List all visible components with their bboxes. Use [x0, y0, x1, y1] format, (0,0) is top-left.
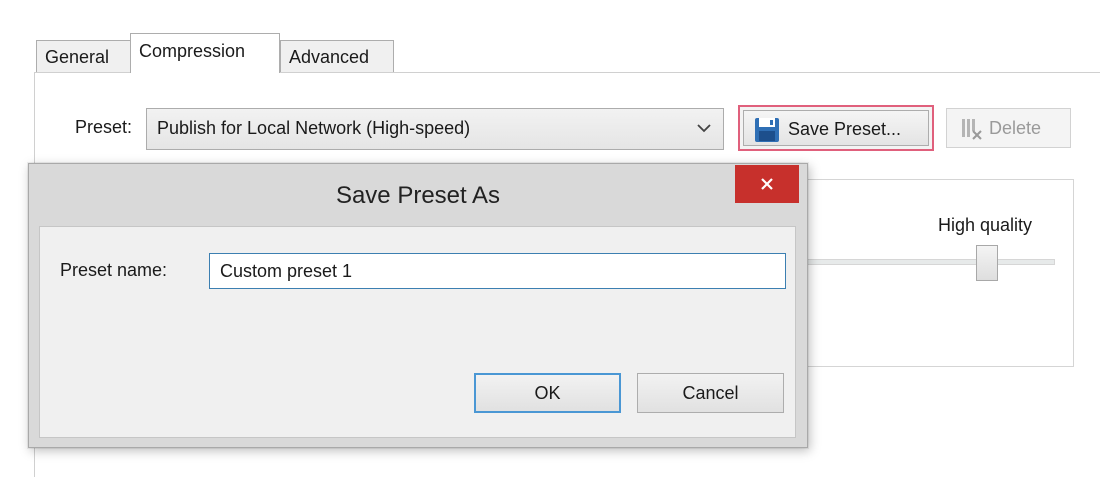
preset-label: Preset: — [75, 117, 133, 137]
save-preset-button[interactable]: Save Preset... — [738, 105, 934, 151]
preset-dropdown-value: Publish for Local Network (High-speed) — [157, 118, 471, 138]
high-quality-label: High quality — [938, 215, 1033, 235]
delete-icon — [962, 119, 982, 140]
tab-general-label: General — [45, 47, 110, 67]
cancel-button[interactable]: Cancel — [637, 373, 784, 413]
preset-dropdown[interactable]: Publish for Local Network (High-speed) — [146, 108, 724, 150]
tab-compression-label: Compression — [139, 41, 246, 61]
close-icon — [761, 178, 773, 190]
delete-label: Delete — [989, 118, 1042, 138]
delete-preset-button[interactable]: Delete — [946, 108, 1071, 148]
dialog-title: Save Preset As — [335, 182, 501, 209]
ok-label: OK — [534, 383, 561, 403]
dialog-body: Preset name: Custom preset 1 OK Cancel — [39, 226, 796, 438]
preset-name-label: Preset name: — [60, 260, 168, 280]
chevron-down-icon — [697, 124, 711, 133]
cancel-label: Cancel — [682, 383, 739, 403]
preset-name-value: Custom preset 1 — [220, 261, 353, 281]
quality-slider-thumb[interactable] — [976, 245, 998, 281]
preset-name-input[interactable]: Custom preset 1 — [209, 253, 786, 289]
close-button[interactable] — [735, 165, 799, 203]
tab-general[interactable]: General — [36, 40, 131, 72]
save-preset-dialog: Save Preset As Preset name: Custom prese… — [28, 163, 808, 448]
floppy-disk-icon — [755, 118, 779, 142]
save-preset-label: Save Preset... — [788, 119, 902, 139]
tab-compression[interactable]: Compression — [130, 33, 280, 73]
quality-slider-track[interactable] — [790, 259, 1055, 265]
tab-advanced-label: Advanced — [289, 47, 370, 67]
ok-button[interactable]: OK — [474, 373, 621, 413]
tab-advanced[interactable]: Advanced — [280, 40, 394, 72]
